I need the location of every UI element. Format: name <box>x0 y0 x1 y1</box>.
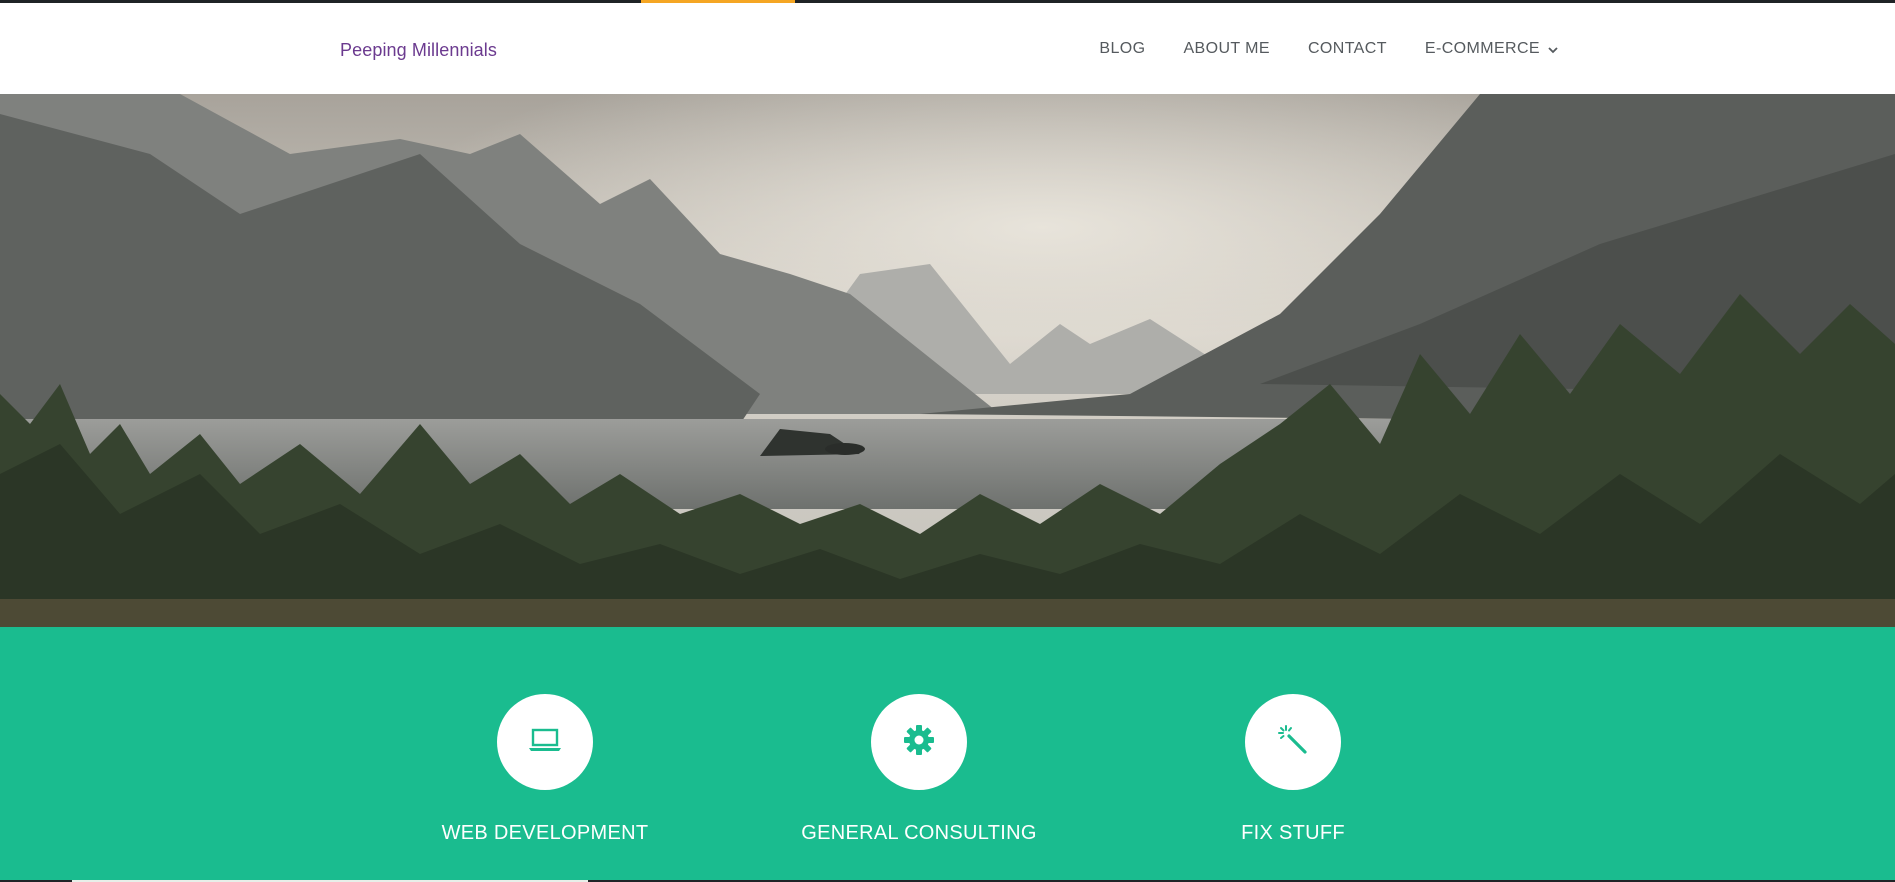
service-icon-circle <box>871 694 967 790</box>
laptop-icon <box>527 727 563 758</box>
gear-icon <box>902 723 936 762</box>
nav-item-blog[interactable]: BLOG <box>1099 40 1145 58</box>
main-nav: BLOG ABOUT ME CONTACT E-COMMERCE <box>1061 40 1559 58</box>
hero-landscape-image <box>0 94 1895 627</box>
nav-item-about-me[interactable]: ABOUT ME <box>1183 40 1269 58</box>
services-section: WEB DEVELOPMENT GENERAL CONSULTING FIX S… <box>0 627 1895 882</box>
magic-wand-icon <box>1277 724 1309 761</box>
service-title: WEB DEVELOPMENT <box>441 822 649 844</box>
nav-item-e-commerce[interactable]: E-COMMERCE <box>1425 40 1559 58</box>
chevron-down-icon <box>1547 43 1559 55</box>
nav-item-e-commerce-label: E-COMMERCE <box>1424 40 1540 57</box>
site-brand-link[interactable]: Peeping Millennials <box>340 40 497 61</box>
service-title: GENERAL CONSULTING <box>801 822 1037 844</box>
nav-item-contact[interactable]: CONTACT <box>1308 40 1387 58</box>
hero-banner <box>0 94 1895 627</box>
service-fix-stuff: FIX STUFF <box>1143 694 1443 845</box>
service-title: FIX STUFF <box>1241 822 1345 844</box>
service-web-development: WEB DEVELOPMENT <box>395 694 695 845</box>
site-header: Peeping Millennials BLOG ABOUT ME CONTAC… <box>0 3 1895 94</box>
service-icon-circle <box>1245 694 1341 790</box>
service-general-consulting: GENERAL CONSULTING <box>769 694 1069 845</box>
service-icon-circle <box>497 694 593 790</box>
